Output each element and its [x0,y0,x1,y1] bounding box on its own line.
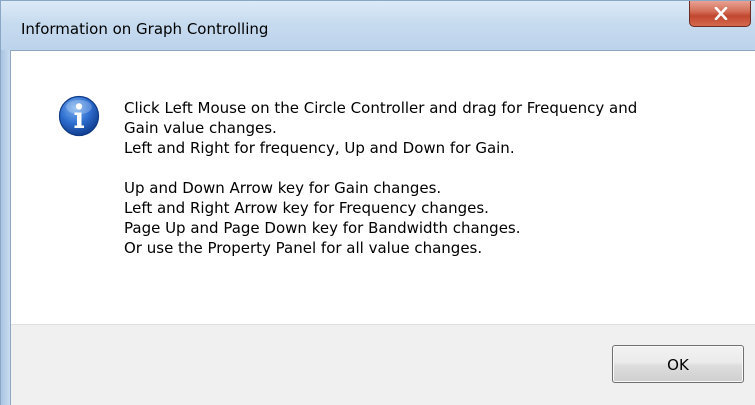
dialog-message: Click Left Mouse on the Circle Controlle… [124,98,724,258]
message-line: Up and Down Arrow key for Gain changes. [124,179,442,197]
close-icon [714,7,728,20]
message-line: Page Up and Page Down key for Bandwidth … [124,219,521,237]
message-line: Click Left Mouse on the Circle Controlle… [124,99,638,117]
window-title: Information on Graph Controlling [21,20,269,38]
close-button[interactable] [689,1,751,27]
ok-button[interactable]: OK [612,345,744,383]
message-dialog-window: Information on Graph Controlling Click L… [0,0,755,405]
message-line: Left and Right for frequency, Up and Dow… [124,139,515,157]
info-icon [58,95,100,137]
message-line: Left and Right Arrow key for Frequency c… [124,199,489,217]
message-line: Gain value changes. [124,119,277,137]
title-bar[interactable]: Information on Graph Controlling [0,0,755,50]
window-frame-left [0,50,10,405]
message-line: Or use the Property Panel for all value … [124,239,483,257]
